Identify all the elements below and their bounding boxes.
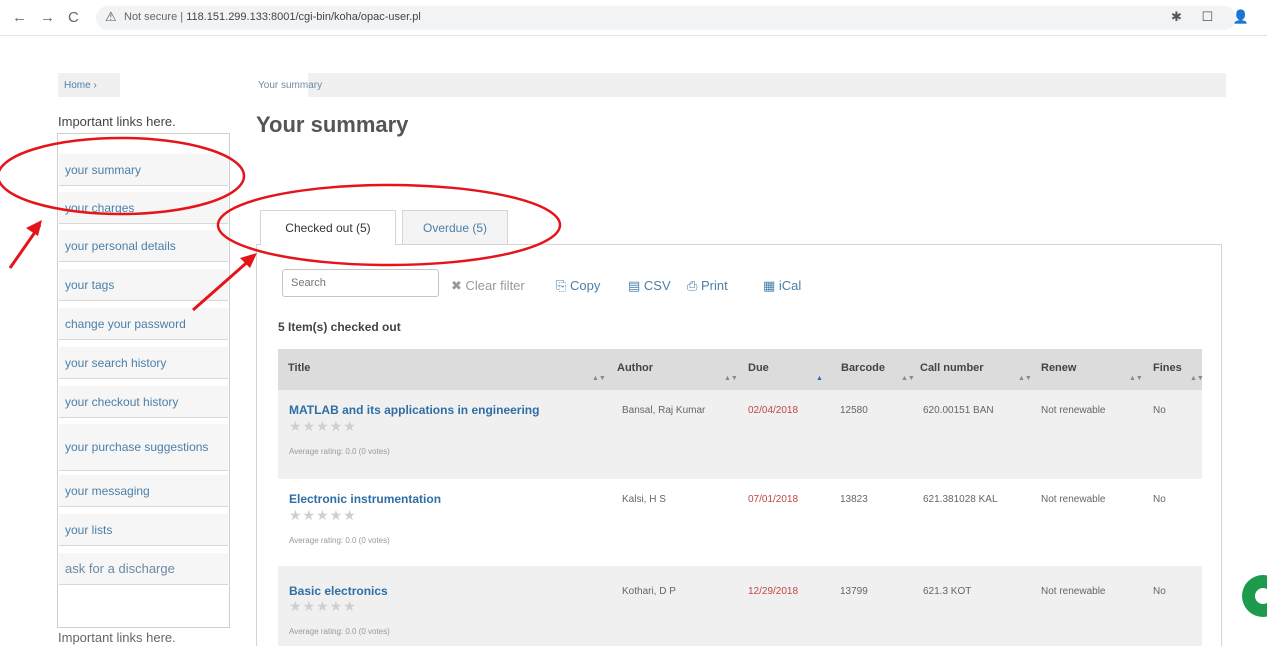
item-author: Kalsi, H S [622,494,666,505]
sidebar-item-your-messaging[interactable]: your messaging [59,475,228,507]
sidebar-item-your-lists[interactable]: your lists [59,514,228,546]
page-title: Your summary [256,112,409,137]
checked-out-count: 5 Item(s) checked out [278,320,401,334]
item-renew-status: Not renewable [1041,494,1106,505]
sort-icon: ▲▼ [1190,375,1204,382]
chat-bubble-icon[interactable] [1242,575,1267,617]
average-rating: Average rating: 0.0 (0 votes) [289,627,390,636]
sidebar-item-purchase-suggestions[interactable]: your purchase suggestions [59,424,228,471]
item-call-number: 621.381028 KAL [923,494,998,505]
breadcrumb-home-link[interactable]: Home › [64,80,97,91]
item-barcode: 13823 [840,494,868,505]
sidebar-item-search-history[interactable]: your search history [59,347,228,379]
item-due-date: 07/01/2018 [748,494,799,505]
item-renew-status: Not renewable [1041,405,1106,416]
star-rating-icon[interactable]: ★★★★★ [289,598,357,615]
table-row: Electronic instrumentation ★★★★★ Average… [278,479,1202,566]
column-header-fines[interactable]: Fines [1153,362,1182,374]
table-row: Basic electronics ★★★★★ Average rating: … [278,566,1202,646]
column-header-barcode[interactable]: Barcode [841,362,885,374]
table-row: MATLAB and its applications in engineeri… [278,390,1202,479]
sort-icon: ▲▼ [901,375,915,382]
url-text: 118.151.299.133:8001/cgi-bin/koha/opac-u… [186,11,421,23]
address-text: Not secure | 118.151.299.133:8001/cgi-bi… [124,11,421,23]
print-button[interactable]: ⎙ Print [687,278,728,294]
forward-icon[interactable]: → [40,9,55,27]
tab-checked-out[interactable]: Checked out (5) [260,210,396,245]
item-title-link[interactable]: Basic electronics [289,584,388,598]
sidebar-item-discharge[interactable]: ask for a discharge [59,553,228,585]
ical-button[interactable]: ▦ iCal [763,278,801,294]
annotation-arrow-left [8,224,42,269]
sort-icon: ▲▼ [1018,375,1032,382]
warning-icon: ⚠ [105,9,117,24]
item-author: Bansal, Raj Kumar [622,405,706,416]
sidebar-footer-text: Important links here. [58,630,176,645]
breadcrumb-current: Your summary [258,80,323,91]
sort-active-icon: ▲ [816,375,823,382]
copy-button[interactable]: ⎘ Copy [556,278,600,294]
sidebar-item-personal-details[interactable]: your personal details [59,230,228,262]
item-fines: No [1153,494,1166,505]
sort-icon: ▲▼ [1129,375,1143,382]
column-header-title[interactable]: Title [288,362,310,374]
sidebar-menu: your summary your charges your personal … [57,133,230,628]
average-rating: Average rating: 0.0 (0 votes) [289,536,390,545]
sort-icon: ▲▼ [724,375,738,382]
breadcrumb: Home › Your summary [58,73,1226,97]
item-call-number: 621.3 KOT [923,586,972,597]
address-bar[interactable]: ⚠ Not secure | 118.151.299.133:8001/cgi-… [96,6,1236,30]
sidebar-title: Important links here. [58,114,176,129]
item-title-link[interactable]: Electronic instrumentation [289,492,441,506]
item-call-number: 620.00151 BAN [923,405,994,416]
item-barcode: 12580 [840,405,868,416]
item-barcode: 13799 [840,586,868,597]
annotation-arrowhead-middle [240,253,257,268]
item-author: Kothari, D P [622,586,676,597]
tab-overdue[interactable]: Overdue (5) [402,210,508,244]
sidebar-item-change-password[interactable]: change your password [59,308,228,340]
item-title-link[interactable]: MATLAB and its applications in engineeri… [289,403,539,417]
column-header-renew[interactable]: Renew [1041,362,1076,374]
star-rating-icon[interactable]: ★★★★★ [289,418,357,435]
column-header-due[interactable]: Due [748,362,769,374]
column-header-author[interactable]: Author [617,362,653,374]
average-rating: Average rating: 0.0 (0 votes) [289,447,390,456]
column-header-call-number[interactable]: Call number [920,362,984,374]
clear-filter-button[interactable]: ✖ Clear filter [451,278,525,294]
item-fines: No [1153,586,1166,597]
item-renew-status: Not renewable [1041,586,1106,597]
search-input[interactable] [282,269,439,297]
sidebar-item-checkout-history[interactable]: your checkout history [59,386,228,418]
item-due-date: 12/29/2018 [748,586,799,597]
table-header: Title ▲▼ Author ▲▼ Due ▲ Barcode ▲▼ Call… [278,349,1204,390]
sidebar-item-your-summary[interactable]: your summary [59,154,228,186]
csv-button[interactable]: ▤ CSV [628,278,671,294]
reload-icon[interactable]: C [68,9,79,27]
item-due-date: 02/04/2018 [748,405,799,416]
browser-toolbar: ← → C ⚠ Not secure | 118.151.299.133:800… [0,0,1267,36]
annotation-arrowhead-left [26,220,42,236]
back-icon[interactable]: ← [12,9,27,27]
sidebar-item-your-tags[interactable]: your tags [59,269,228,301]
item-fines: No [1153,405,1166,416]
sort-icon: ▲▼ [592,375,606,382]
security-label: Not secure [124,11,178,23]
star-rating-icon[interactable]: ★★★★★ [289,507,357,524]
extension-icons[interactable]: ✱ ☐ 👤 [1171,9,1257,25]
sidebar-item-your-charges[interactable]: your charges [59,192,228,224]
